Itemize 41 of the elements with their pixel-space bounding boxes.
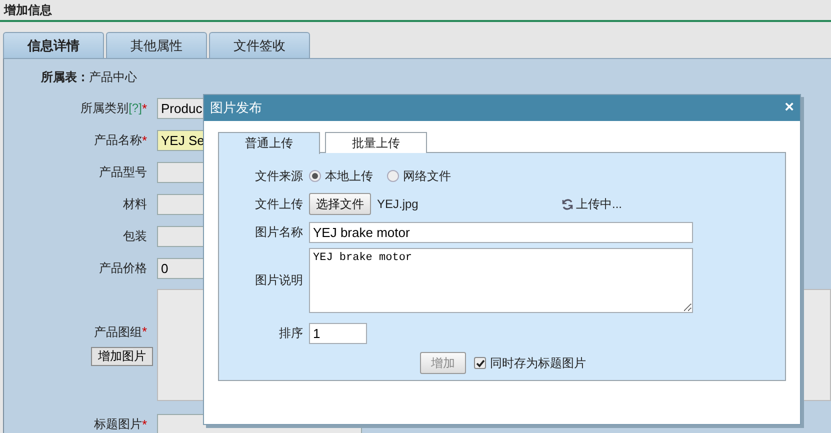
- checkbox[interactable]: [474, 357, 486, 369]
- upload-status: 上传中...: [576, 196, 622, 212]
- field-label: 所属类别: [80, 100, 129, 116]
- owner-value: 产品中心: [89, 68, 137, 86]
- field-label: 图片名称: [254, 224, 303, 240]
- owner-label: 所属表：: [41, 68, 89, 86]
- choose-file-button[interactable]: 选择文件: [309, 193, 371, 215]
- field-label: 文件上传: [254, 196, 303, 212]
- description-field[interactable]: YEJ brake motor: [309, 248, 693, 313]
- option-label: 网络文件: [403, 168, 451, 184]
- refresh-icon: [561, 198, 574, 210]
- required-mark: *: [142, 324, 147, 341]
- name-field[interactable]: YEJ brake motor: [309, 222, 693, 242]
- file-name: YEJ.jpg: [377, 197, 420, 211]
- upload-tab[interactable]: 批量上传: [325, 132, 427, 153]
- close-button[interactable]: ×: [784, 100, 794, 116]
- field-label: 产品名称: [94, 132, 142, 148]
- tab[interactable]: 信息详情: [3, 32, 104, 58]
- required-mark: *: [142, 416, 147, 432]
- required-mark: *: [142, 100, 147, 116]
- order-field[interactable]: 1: [309, 322, 367, 344]
- upload-tab[interactable]: 普通上传: [218, 132, 320, 154]
- field-label: 包装: [123, 228, 147, 244]
- dialog-title: 图片发布: [210, 99, 262, 117]
- field-label: 产品型号: [99, 164, 147, 180]
- option-label: 本地上传: [325, 168, 373, 184]
- field-label: 产品图组: [94, 324, 142, 341]
- checkbox-label: 同时存为标题图片: [490, 354, 586, 372]
- add-image-button[interactable]: 增加图片: [91, 347, 153, 366]
- tab[interactable]: 其他属性: [106, 32, 207, 58]
- page-title: 增加信息: [4, 3, 52, 17]
- field-label: 图片说明: [254, 272, 303, 289]
- radio-button[interactable]: [387, 170, 399, 182]
- required-mark: *: [142, 132, 147, 148]
- field-label: 文件来源: [254, 168, 303, 184]
- field-label: 排序: [278, 324, 303, 342]
- tab[interactable]: 文件签收: [209, 32, 310, 58]
- radio-button[interactable]: [309, 170, 321, 182]
- field-label: 材料: [123, 196, 147, 212]
- field-label: 标题图片: [94, 416, 142, 432]
- field-label: 产品价格: [99, 260, 147, 276]
